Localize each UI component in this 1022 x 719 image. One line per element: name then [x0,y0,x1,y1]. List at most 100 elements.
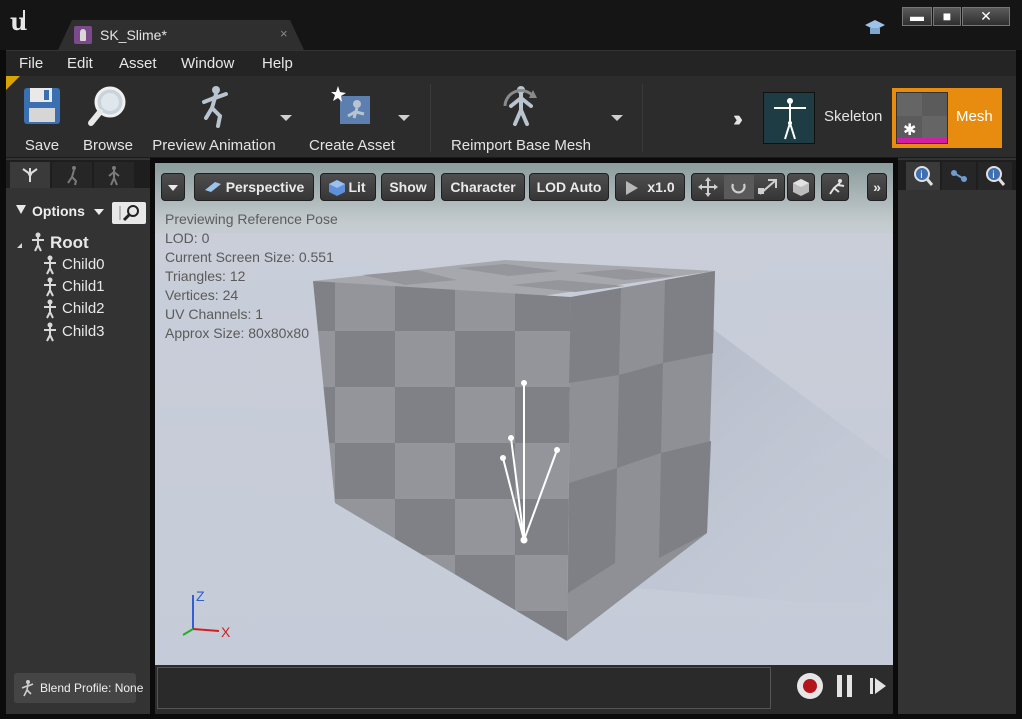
tab-animation-assets[interactable] [52,162,92,188]
viewport-info-line: Previewing Reference Pose [165,211,338,227]
menu-window[interactable]: Window [181,55,234,72]
tab-preview-figure[interactable] [94,162,134,188]
speed-label: x1.0 [647,179,675,195]
chevron-down-icon [94,209,104,215]
search-details-icon: i [986,166,1006,186]
bone-icon [44,255,56,275]
maximize-button[interactable]: ■ [933,7,961,26]
menu-file[interactable]: File [19,55,43,72]
translate-icon[interactable] [698,177,718,197]
timeline-scrubber[interactable] [157,667,771,709]
tab-skeleton-tree[interactable] [10,162,50,188]
tab-preview-settings[interactable] [942,162,976,190]
blend-profile-icon [21,680,34,697]
menu-help[interactable]: Help [262,55,293,72]
browse-button[interactable]: Browse [78,80,138,156]
toolbar-separator [430,84,431,152]
save-icon [24,88,60,124]
axis-x-label: X [221,624,231,640]
options-dropdown[interactable]: Options [32,203,85,219]
preview-viewport[interactable]: Perspective Lit Show Character LOD Auto … [155,163,893,665]
search-icon [119,205,139,222]
reimport-dropdown[interactable] [611,115,623,121]
running-figure-icon [67,166,78,186]
bone-icon [44,322,56,342]
timeline-bar [155,665,893,714]
right-panel-tabs: i i [898,160,1016,190]
save-label: Save [24,137,60,154]
preview-animation-dropdown[interactable] [280,115,292,121]
preview-animation-button[interactable]: Preview Animation [146,80,282,156]
tab-title: SK_Slime* [100,27,167,43]
skeleton-mode-button[interactable] [763,92,815,144]
reimport-icon [503,86,537,126]
playback-speed-button[interactable]: x1.0 [615,173,685,201]
mesh-thumbnail: ✱ [896,92,948,144]
axis-z-label: Z [196,588,205,604]
record-button[interactable] [797,673,823,699]
step-forward-button[interactable] [869,677,887,695]
preview-animation-label: Preview Animation [152,137,276,154]
viewport-overflow-button[interactable]: » [867,173,887,201]
pause-button[interactable] [837,675,853,697]
mesh-mode-label: Mesh [956,108,993,125]
bone-label: Root [50,233,89,252]
skeleton-mode-label[interactable]: Skeleton [824,108,882,125]
tab-details[interactable]: i [906,162,940,190]
left-panel-tabs [6,160,150,188]
perspective-button[interactable]: Perspective [194,173,314,201]
transform-tools [691,173,785,201]
asset-tab[interactable]: SK_Slime* × [58,20,304,50]
menu-asset[interactable]: Asset [119,55,157,72]
create-asset-dropdown[interactable] [398,115,410,121]
viewport-options-button[interactable] [161,173,185,201]
tab-asset-details[interactable]: i [978,162,1012,190]
bone-tree-icon [22,168,38,182]
reimport-label: Reimport Base Mesh [450,137,592,154]
character-button[interactable]: Character [441,173,525,201]
close-window-button[interactable]: ✕ [962,7,1010,26]
reimport-base-mesh-button[interactable]: Reimport Base Mesh [446,80,596,156]
cube-icon [793,179,809,196]
browse-label: Browse [82,137,134,154]
unreal-logo-icon: u [8,6,38,36]
viewport-info-line: UV Channels: 1 [165,306,264,322]
lit-button[interactable]: Lit [320,173,376,201]
axis-gizmo: Z X [173,583,243,653]
scale-icon[interactable] [758,179,777,195]
mesh-mode-button[interactable]: ✱ Mesh [892,88,1002,148]
cube-mesh-preview [313,260,893,641]
perspective-icon [205,182,221,192]
chevron-down-icon [168,185,178,191]
menu-edit[interactable]: Edit [67,55,93,72]
blend-profile-button[interactable]: Blend Profile: None [14,673,143,703]
camera-mode-button[interactable] [787,173,815,201]
details-panel: i i [898,158,1016,714]
perspective-label: Perspective [225,179,305,195]
bone-label: Child2 [62,300,105,317]
mode-chevron-icon: ››› [733,106,743,131]
bone-label: Child0 [62,256,105,273]
bone-pose-icon [829,179,845,195]
pose-tools-button[interactable] [821,173,849,201]
tree-expand-arrow[interactable] [17,238,22,248]
skeleton-icon [774,98,806,140]
save-button[interactable]: Save [14,80,70,156]
create-asset-icon [331,86,370,124]
lit-label: Lit [348,179,366,195]
play-speed-icon [626,181,638,195]
tab-close-button[interactable]: × [280,26,288,41]
minimize-button[interactable]: ▬ [902,7,932,26]
svg-text:i: i [992,170,995,181]
search-button[interactable] [112,202,146,224]
toolbar: Save Browse Preview Animation Create Ass… [6,76,1016,158]
lit-cube-icon [329,180,345,196]
title-bar: u SK_Slime* × ▬ ■ ✕ [0,0,1022,50]
learn-icon[interactable] [864,18,886,38]
lod-button[interactable]: LOD Auto [529,173,609,201]
viewport-info-line: LOD: 0 [165,230,210,246]
create-asset-button[interactable]: Create Asset [304,80,400,156]
step-forward-icon [870,678,886,694]
viewport-info-line: Triangles: 12 [165,268,246,284]
show-button[interactable]: Show [381,173,435,201]
